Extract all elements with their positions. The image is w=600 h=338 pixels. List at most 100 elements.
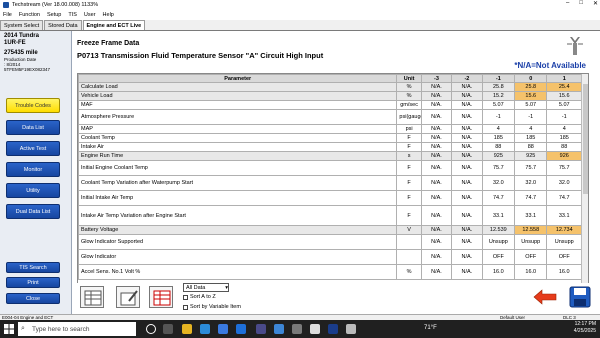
wrench-tool-icon [567, 37, 583, 55]
value-cell: 25.4 [546, 82, 582, 92]
unit-cell: F [396, 205, 422, 226]
table-row[interactable]: Intake Air Temp Variation after Engine S… [78, 205, 582, 226]
dual-data-list-button[interactable]: Dual Data List [6, 204, 60, 219]
value-cell: 88 [481, 142, 516, 152]
table-row[interactable]: Coolant Temp Variation after Waterpump S… [78, 175, 582, 191]
unit-cell: % [396, 264, 422, 280]
app-icon[interactable] [328, 324, 338, 334]
value-cell: Unsupp [481, 234, 516, 250]
value-cell: N/A. [420, 124, 453, 134]
snapshot-button[interactable] [149, 286, 173, 308]
value-cell: OFF [546, 249, 582, 265]
tab-engine-ect-live[interactable]: Engine and ECT Live [82, 20, 146, 30]
graph-view-button[interactable] [80, 286, 104, 308]
col-zero[interactable]: 0 [514, 74, 548, 83]
menu-tis[interactable]: TIS [68, 12, 77, 18]
value-cell: N/A. [420, 249, 453, 265]
table-row[interactable]: Vehicle Load% N/A. N/A. 15.2 15.6 15.6 [78, 91, 582, 101]
active-test-button[interactable]: Active Test [6, 141, 60, 156]
table-row[interactable]: Atmosphere Pressurepsi(gauge)N/A.N/A.-1-… [78, 109, 582, 125]
edit-button[interactable] [116, 286, 140, 308]
tis-search-button[interactable]: TIS Search [6, 262, 60, 273]
unit-cell [396, 234, 422, 250]
taskbar-search-input[interactable]: ⌕ Type here to search [18, 322, 136, 336]
tab-system-select[interactable]: System Select [0, 20, 44, 30]
close-button[interactable]: Close [6, 293, 60, 304]
system-tray-clock[interactable]: 12:17 PM 4/25/2025 [574, 321, 596, 335]
parameter-cell: Coolant Temp [78, 133, 398, 143]
col-minus-2[interactable]: -2 [451, 74, 483, 83]
utility-button[interactable]: Utility [6, 183, 60, 198]
app-icon[interactable] [274, 324, 284, 334]
table-row[interactable]: Coolant Temp F N/A. N/A. 185 185 185 [78, 133, 582, 143]
file-explorer-icon[interactable] [182, 324, 192, 334]
col-minus-1[interactable]: -1 [481, 74, 516, 83]
value-cell: 185 [514, 133, 548, 143]
techstream-taskbar-icon[interactable] [310, 324, 320, 334]
menu-user[interactable]: User [84, 12, 96, 18]
data-filter-select[interactable]: All Data ▾ [183, 283, 229, 292]
table-row[interactable]: Calculate Load% N/A. N/A. 25.8 25.8 25.4 [78, 82, 582, 92]
table-row[interactable]: Glow Indicator Supported N/A. N/A. Unsupp Un… [78, 234, 582, 250]
back-arrow-button[interactable] [532, 287, 558, 307]
sort-by-variable-checkbox[interactable]: Sort by Variable Item [183, 304, 241, 310]
print-button[interactable]: Print [6, 277, 60, 288]
trouble-codes-button[interactable]: Trouble Codes [6, 98, 60, 113]
store-icon[interactable] [218, 324, 228, 334]
value-cell: 4 [514, 124, 548, 134]
table-row[interactable]: Initial Engine Coolant Temp F N/A. N/A. 75.7… [78, 160, 582, 176]
table-row[interactable]: MAP psi N/A. N/A. 4 4 4 [78, 124, 582, 134]
edge-browser-icon[interactable] [200, 324, 210, 334]
snapshot-icon [153, 290, 171, 306]
table-row[interactable]: Battery Voltage V N/A. N/A. 12.539 12.558 12.7… [78, 225, 582, 235]
freeze-frame-table[interactable]: Parameter Unit -3 -2 -1 0 1 Calculate Lo… [77, 73, 589, 305]
save-floppy-button[interactable] [568, 285, 592, 309]
menu-help[interactable]: Help [103, 12, 114, 18]
weather-temp[interactable]: 71°F [424, 325, 437, 331]
parameter-cell: Atmosphere Pressure [78, 109, 398, 125]
value-cell: 185 [546, 133, 582, 143]
app-icon[interactable] [292, 324, 302, 334]
table-row[interactable]: Accel Sens. No.1 Volt %% N/A. N/A. 16.0 16.0… [78, 264, 582, 280]
parameter-cell: Glow Indicator [78, 249, 398, 265]
vertical-scrollbar[interactable] [581, 74, 588, 304]
table-row[interactable]: Initial Intake Air Temp F N/A. N/A. 74.7 74.7… [78, 190, 582, 206]
task-view-icon[interactable] [163, 324, 173, 334]
value-cell: 88 [546, 142, 582, 152]
minimize-button[interactable]: – [566, 0, 569, 7]
monitor-button[interactable]: Monitor [6, 162, 60, 177]
value-cell: Unsupp [546, 234, 582, 250]
scroll-thumb[interactable] [583, 84, 588, 194]
search-placeholder: Type here to search [32, 325, 90, 333]
value-cell: 16.0 [514, 264, 548, 280]
menu-setup[interactable]: Setup [47, 12, 61, 18]
unit-cell: s [396, 151, 422, 161]
col-unit[interactable]: Unit [396, 74, 422, 83]
app-icon[interactable] [256, 324, 266, 334]
close-window-button[interactable]: ✕ [593, 0, 598, 7]
tab-stored-data[interactable]: Stored Data [44, 20, 82, 30]
menu-function[interactable]: Function [19, 12, 40, 18]
menu-file[interactable]: File [3, 12, 12, 18]
value-cell: Unsupp [514, 234, 548, 250]
sort-a-to-z-checkbox[interactable]: Sort A to Z [183, 294, 216, 300]
table-row[interactable]: Engine Run Time s N/A. N/A. 925 925 926 [78, 151, 582, 161]
col-minus-3[interactable]: -3 [420, 74, 453, 83]
col-plus-1[interactable]: 1 [546, 74, 582, 83]
windows-start-icon[interactable] [4, 324, 14, 334]
value-cell: N/A. [451, 249, 483, 265]
vehicle-vin: 5TFEM5F19EX082347 [4, 66, 51, 72]
table-row[interactable]: MAF gm/sec N/A. N/A. 5.07 5.07 5.07 [78, 100, 582, 110]
bottom-toolbar: All Data ▾ Sort A to Z Sort by Variable … [73, 283, 600, 313]
cortana-icon[interactable] [146, 324, 156, 334]
col-parameter[interactable]: Parameter [78, 74, 398, 83]
table-row[interactable]: Intake Air F N/A. N/A. 88 88 88 [78, 142, 582, 152]
parameter-cell: Battery Voltage [78, 225, 398, 235]
value-cell: N/A. [451, 82, 483, 92]
table-row[interactable]: Glow Indicator N/A. N/A. OFF OFF OFF [78, 249, 582, 265]
maximize-button[interactable]: □ [579, 0, 583, 7]
mail-icon[interactable] [236, 324, 246, 334]
value-cell: N/A. [420, 205, 453, 226]
data-list-button[interactable]: Data List [6, 120, 60, 135]
app-icon[interactable] [346, 324, 356, 334]
